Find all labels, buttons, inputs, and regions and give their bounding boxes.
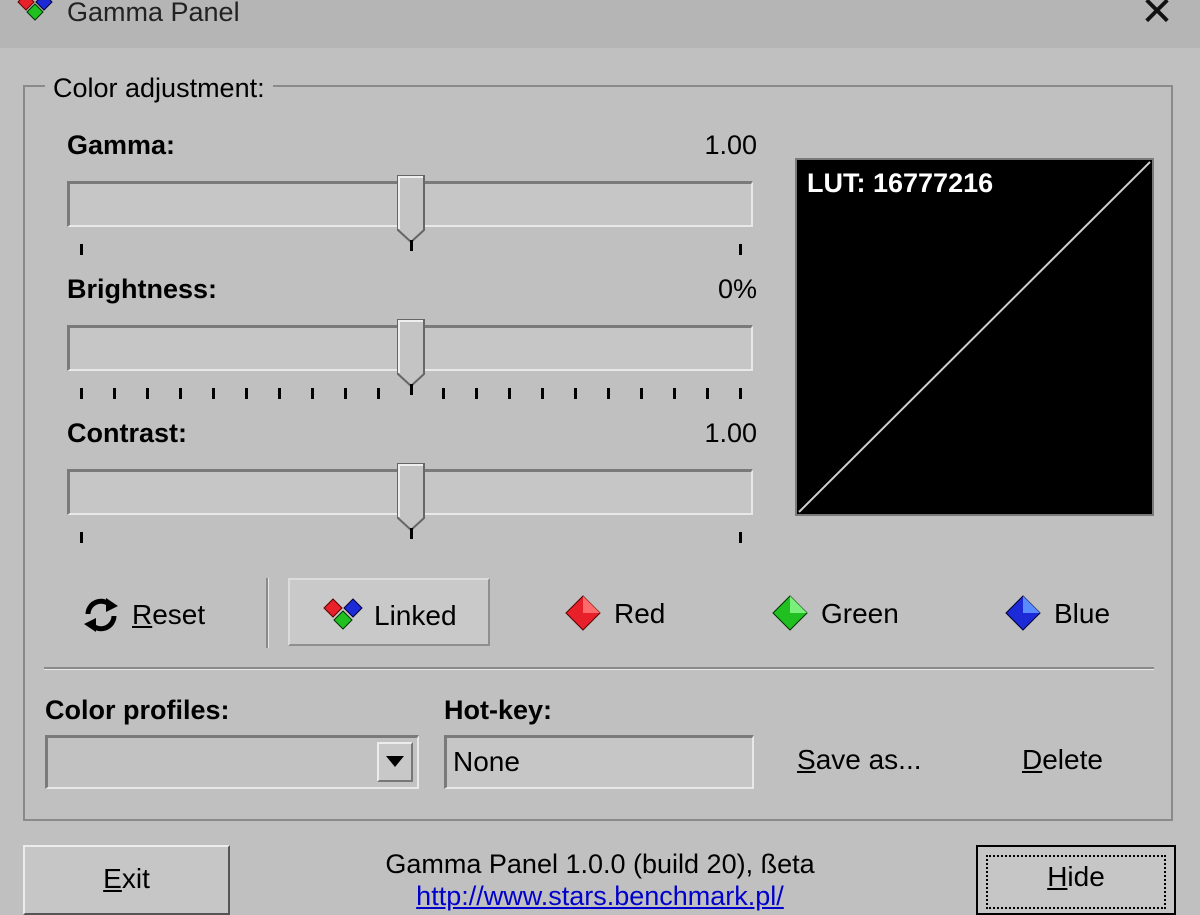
gamma-label: Gamma: xyxy=(67,130,176,160)
brightness-tick xyxy=(508,388,512,399)
brightness-tick xyxy=(673,388,677,399)
close-icon: ✕ xyxy=(1140,0,1174,34)
reset-button[interactable]: Reset xyxy=(78,583,205,647)
brightness-tick xyxy=(80,388,83,399)
brightness-tick xyxy=(178,388,182,399)
gamma-tick xyxy=(739,244,742,255)
brightness-tick xyxy=(607,388,611,399)
contrast-value: 1.00 xyxy=(704,418,757,448)
green-button[interactable]: Green xyxy=(767,582,899,646)
brightness-tick xyxy=(343,388,347,399)
linked-label: Linked xyxy=(374,600,457,631)
color-profiles-select[interactable] xyxy=(45,735,419,789)
lut-curve xyxy=(798,161,1151,513)
brightness-tick xyxy=(211,388,215,399)
title-bar: Gamma Panel ✕ xyxy=(0,0,1200,48)
brightness-tick xyxy=(376,388,380,399)
brightness-tick xyxy=(442,388,446,399)
brightness-tick xyxy=(112,388,116,399)
color-profiles-label: Color profiles: xyxy=(45,695,230,725)
blue-diamond-icon xyxy=(1005,595,1041,631)
reset-label: Reset xyxy=(132,599,206,630)
chevron-down-icon xyxy=(386,756,404,767)
red-diamond-icon xyxy=(565,595,601,631)
brightness-tick xyxy=(409,384,413,395)
focus-ring xyxy=(986,855,1166,909)
brightness-tick xyxy=(574,388,578,399)
blue-label: Blue xyxy=(1054,598,1111,629)
gamma-value: 1.00 xyxy=(704,130,757,160)
brightness-tick xyxy=(277,388,281,399)
brightness-tick xyxy=(640,388,644,399)
app-icon xyxy=(17,0,53,21)
lut-preview: LUT: 16777216 xyxy=(795,158,1154,516)
exit-button[interactable]: Exit xyxy=(23,845,230,915)
color-adjustment-legend: Color adjustment: xyxy=(45,71,273,105)
save-as-button[interactable]: Save as... xyxy=(797,740,922,780)
contrast-tick xyxy=(739,532,742,543)
section-separator xyxy=(44,667,1154,670)
linked-diamonds-icon xyxy=(323,598,363,630)
brightness-tick xyxy=(706,388,710,399)
contrast-tick xyxy=(80,532,83,543)
window-title: Gamma Panel xyxy=(67,0,240,27)
hotkey-label: Hot-key: xyxy=(444,695,553,725)
brightness-tick xyxy=(541,388,545,399)
contrast-tick xyxy=(410,528,413,539)
delete-button[interactable]: Delete xyxy=(1022,740,1103,780)
brightness-tick xyxy=(739,388,742,399)
brightness-label: Brightness: xyxy=(67,274,218,304)
hotkey-field[interactable]: None xyxy=(444,735,754,789)
dropdown-button[interactable] xyxy=(377,742,413,782)
brightness-tick xyxy=(475,388,479,399)
red-button[interactable]: Red xyxy=(560,582,665,646)
refresh-icon xyxy=(84,598,118,632)
hide-button[interactable]: Hide xyxy=(976,845,1176,915)
linked-button-content[interactable]: Linked xyxy=(320,584,457,648)
contrast-slider-thumb[interactable] xyxy=(396,462,426,532)
contrast-label: Contrast: xyxy=(67,418,187,448)
gamma-slider-thumb[interactable] xyxy=(396,174,426,244)
brightness-value: 0% xyxy=(717,274,757,304)
gamma-tick xyxy=(80,244,83,255)
website-link[interactable]: http://www.stars.benchmark.pl/ xyxy=(300,880,900,912)
green-label: Green xyxy=(821,598,899,629)
green-diamond-icon xyxy=(772,595,808,631)
blue-button[interactable]: Blue xyxy=(1000,582,1110,646)
brightness-tick xyxy=(145,388,149,399)
red-label: Red xyxy=(614,598,666,629)
brightness-tick xyxy=(310,388,314,399)
toolbar-separator xyxy=(266,578,269,648)
version-text: Gamma Panel 1.0.0 (build 20), ßeta xyxy=(385,849,815,879)
brightness-tick xyxy=(244,388,248,399)
brightness-slider-thumb[interactable] xyxy=(396,318,426,388)
lut-label: LUT: 16777216 xyxy=(807,168,994,198)
gamma-tick xyxy=(410,240,413,251)
close-button[interactable]: ✕ xyxy=(1134,0,1180,38)
